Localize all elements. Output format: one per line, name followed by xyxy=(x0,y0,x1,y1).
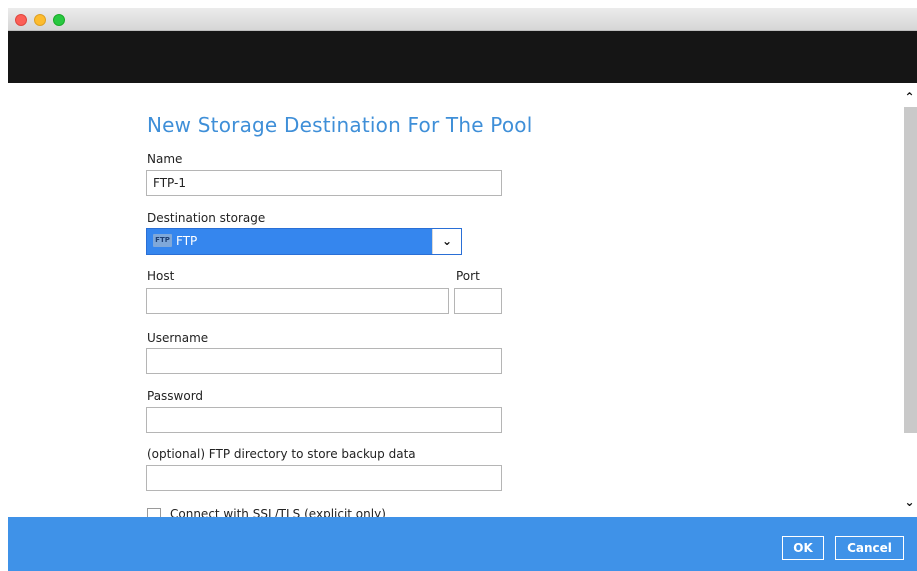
app-header-bar xyxy=(8,31,917,83)
page-title: New Storage Destination For The Pool xyxy=(147,113,533,137)
password-label: Password xyxy=(147,389,204,403)
name-label: Name xyxy=(147,152,183,166)
username-input[interactable] xyxy=(146,348,502,374)
dialog-content: New Storage Destination For The Pool Nam… xyxy=(8,83,917,517)
name-input[interactable] xyxy=(146,170,502,196)
maximize-window-button[interactable] xyxy=(53,14,65,26)
destination-storage-select[interactable]: FTP FTP ⌄ xyxy=(146,228,462,255)
ok-button[interactable]: OK xyxy=(782,536,824,560)
scroll-up-icon[interactable]: ⌃ xyxy=(902,91,917,103)
close-window-button[interactable] xyxy=(15,14,27,26)
username-label: Username xyxy=(147,331,209,345)
dialog-footer: OK Cancel xyxy=(8,517,917,571)
scroll-down-icon[interactable]: ⌄ xyxy=(902,496,917,508)
ftp-directory-input[interactable] xyxy=(146,465,502,491)
minimize-window-button[interactable] xyxy=(34,14,46,26)
window-titlebar xyxy=(8,8,917,31)
ssl-tls-label: Connect with SSL/TLS (explicit only) xyxy=(170,507,386,517)
port-input[interactable] xyxy=(454,288,502,314)
ssl-tls-checkbox[interactable] xyxy=(147,508,161,517)
port-label: Port xyxy=(456,269,480,283)
chevron-down-icon[interactable]: ⌄ xyxy=(432,229,461,254)
host-input[interactable] xyxy=(146,288,449,314)
host-label: Host xyxy=(147,269,175,283)
app-window: New Storage Destination For The Pool Nam… xyxy=(8,8,917,571)
destination-storage-selected: FTP FTP xyxy=(147,229,432,254)
scrollbar-thumb[interactable] xyxy=(904,107,917,433)
destination-storage-label: Destination storage xyxy=(147,211,266,225)
ftp-icon: FTP xyxy=(153,234,172,247)
ftp-directory-label: (optional) FTP directory to store backup… xyxy=(147,447,416,461)
password-input[interactable] xyxy=(146,407,502,433)
destination-storage-value: FTP xyxy=(176,234,198,248)
desktop-strip xyxy=(0,0,917,8)
cancel-button[interactable]: Cancel xyxy=(835,536,904,560)
